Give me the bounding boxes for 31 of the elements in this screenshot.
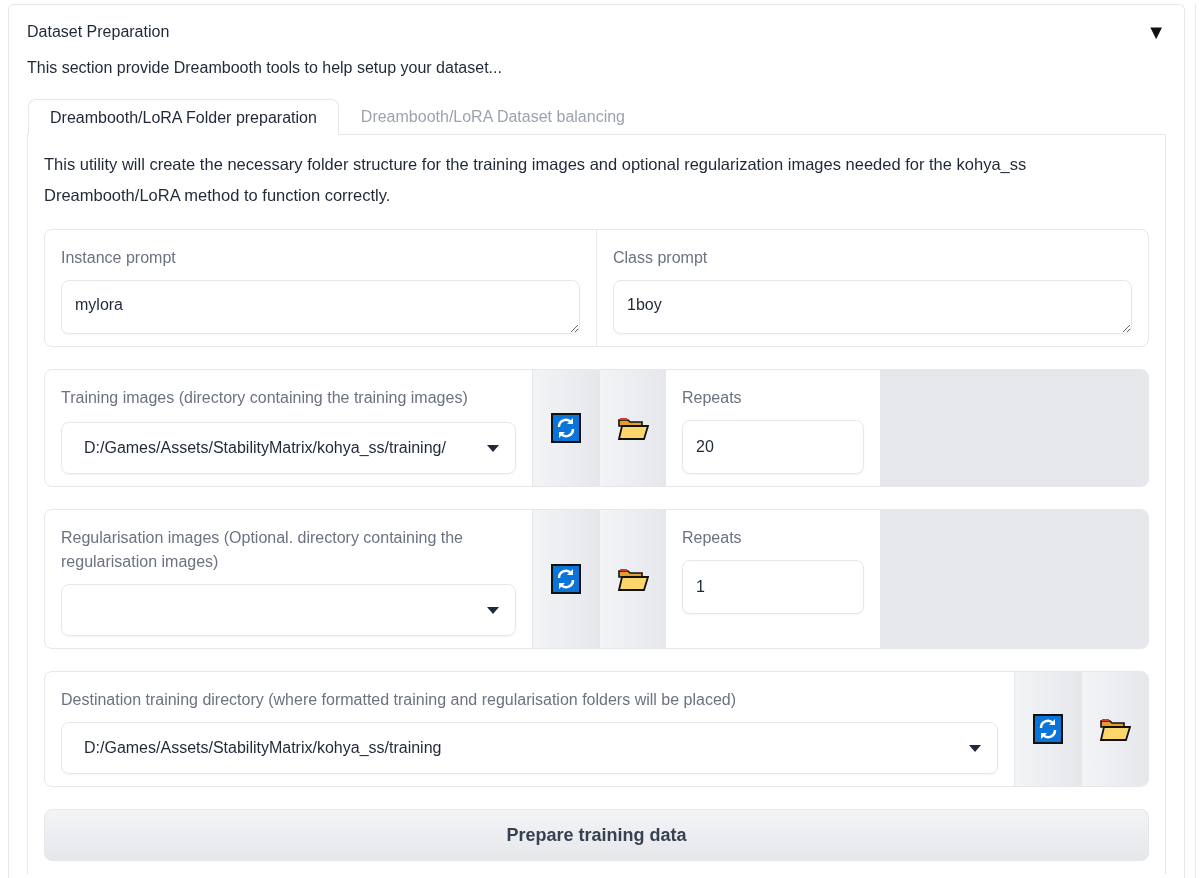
field-label: Regularisation images (Optional. directory containing the regularisation images): [61, 528, 464, 572]
dropdown[interactable]: D:/Games/Assets/StabilityMatrix/kohya_ss/training: [61, 722, 998, 774]
field-label: Destination training directory (where formatted training and regularisation folders will be placed): [61, 690, 737, 710]
caret-icon: [969, 744, 981, 752]
number-field[interactable]: 1: [682, 560, 864, 614]
prepare-button[interactable]: Prepare training data: [44, 809, 1149, 861]
field-label: Instance prompt: [61, 248, 177, 268]
section-title: Dataset Preparation: [27, 23, 170, 41]
refresh-button[interactable]: [532, 510, 599, 648]
number-field[interactable]: 20: [682, 420, 864, 474]
refresh-button[interactable]: [532, 370, 599, 486]
folder-button[interactable]: [599, 370, 666, 486]
text-field[interactable]: mylora: [61, 280, 580, 334]
folder-button[interactable]: [599, 510, 666, 648]
caret-icon: [487, 444, 499, 452]
text-field[interactable]: 1boy: [613, 280, 1132, 334]
tab[interactable]: Dreambooth/LoRA Folder preparation: [28, 99, 339, 135]
field-label: Repeats: [682, 388, 743, 408]
dropdown[interactable]: D:/Games/Assets/StabilityMatrix/kohya_ss/training/: [61, 422, 516, 474]
field-label: Class prompt: [613, 248, 709, 268]
refresh-icon: [550, 564, 582, 594]
caret-icon: [487, 606, 499, 614]
section-description: This section provide Dreambooth tools to help setup your dataset...: [27, 59, 503, 77]
field-label: Training images (directory containing the training images): [61, 388, 469, 408]
intro-text: This utility will create the necessary folder structure for the training images and optional regularization images needed for the kohya_ss Dreambooth/LoRA method to function correctly.: [44, 154, 1028, 206]
folder-button[interactable]: [1081, 672, 1148, 786]
refresh-icon: [1032, 714, 1064, 744]
field-label: Repeats: [682, 528, 743, 548]
refresh-icon: [550, 413, 582, 443]
refresh-button[interactable]: [1014, 672, 1081, 786]
collapse-toggle[interactable]: ▼: [1146, 22, 1166, 42]
